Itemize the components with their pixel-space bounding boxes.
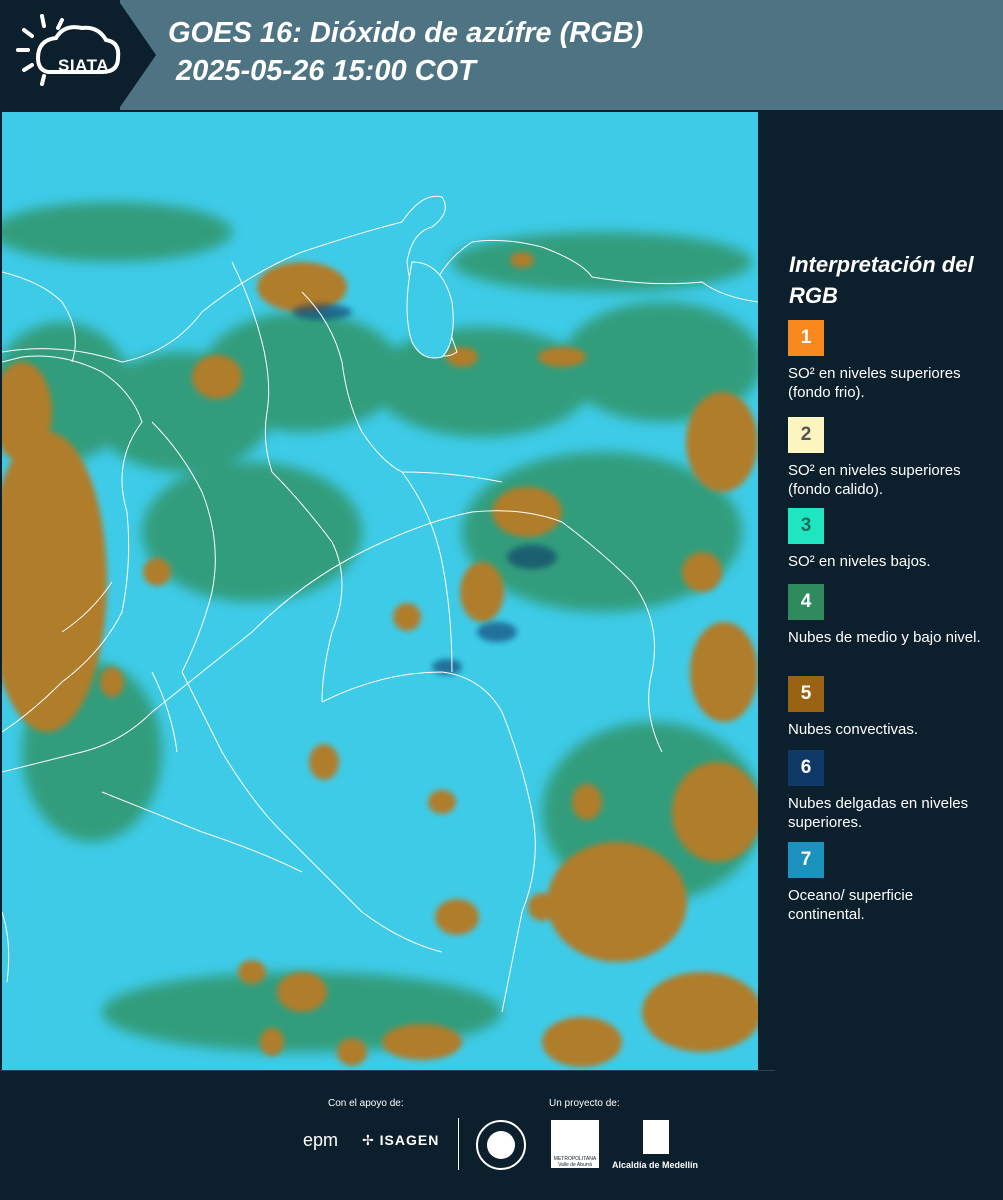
page-title: GOES 16: Dióxido de azúfre (RGB) 2025-05…: [168, 14, 643, 90]
legend-swatch-4: 4: [788, 584, 824, 620]
footer-divider: [458, 1118, 459, 1170]
isagen-label: ISAGEN: [379, 1132, 440, 1148]
siata-logo: SIATA: [12, 10, 124, 100]
legend-swatch-6: 6: [788, 750, 824, 786]
footer-divider-line: [0, 1070, 775, 1071]
project-label: Un proyecto de:: [549, 1098, 620, 1109]
map-canvas: [2, 112, 758, 1070]
area-metropolitana-text: METROPOLITANA Valle de Aburrá: [553, 1156, 597, 1168]
legend-title: Interpretación del RGB: [789, 252, 974, 308]
seal-inner: [487, 1131, 515, 1159]
legend-item-7: 7 Oceano/ superficie continental.: [788, 842, 988, 924]
logo-text: SIATA: [58, 56, 109, 75]
header: SIATA GOES 16: Dióxido de azúfre (RGB) 2…: [0, 0, 1003, 110]
legend-swatch-1: 1: [788, 320, 824, 356]
legend-item-6: 6 Nubes delgadas en niveles superiores.: [788, 750, 988, 832]
legend-label-5: Nubes convectivas.: [788, 721, 919, 738]
legend-swatch-2: 2: [788, 417, 824, 453]
legend-item-3: 3 SO² en niveles bajos.: [788, 508, 988, 571]
satellite-map: [2, 112, 758, 1070]
title-line1: GOES 16: Dióxido de azúfre (RGB): [168, 17, 644, 49]
legend-label-3: SO² en niveles bajos.: [788, 553, 931, 570]
legend-panel: Interpretación del RGB 1 SO² en niveles …: [760, 112, 1003, 1070]
legend-item-2: 2 SO² en niveles superiores (fondo calid…: [788, 417, 988, 499]
title-line2: 2025-05-26 15:00 COT: [176, 55, 476, 87]
legend-swatch-5: 5: [788, 676, 824, 712]
legend-label-4: Nubes de medio y bajo nivel.: [788, 629, 981, 646]
isagen-logo: ✢ ISAGEN: [362, 1132, 440, 1148]
alcaldia-emblem-icon: [643, 1120, 669, 1154]
legend-label-1: SO² en niveles superiores (fondo frio).: [788, 365, 961, 401]
legend-item-5: 5 Nubes convectivas.: [788, 676, 988, 739]
footer: Con el apoyo de: Un proyecto de: epm ✢ I…: [0, 1070, 1003, 1200]
legend-swatch-3: 3: [788, 508, 824, 544]
legend-item-1: 1 SO² en niveles superiores (fondo frio)…: [788, 320, 988, 402]
legend-label-6: Nubes delgadas en niveles superiores.: [788, 795, 969, 831]
legend-label-7: Oceano/ superficie continental.: [788, 887, 914, 923]
alcaldia-text: Alcaldía de Medellín: [612, 1160, 699, 1170]
medellin-seal-logo: [476, 1120, 526, 1170]
epm-logo: epm: [303, 1130, 339, 1150]
legend-swatch-7: 7: [788, 842, 824, 878]
sun-cloud-icon: [16, 14, 121, 86]
support-label: Con el apoyo de:: [328, 1098, 404, 1109]
legend-item-4: 4 Nubes de medio y bajo nivel.: [788, 584, 988, 647]
legend-label-2: SO² en niveles superiores (fondo calido)…: [788, 462, 961, 498]
